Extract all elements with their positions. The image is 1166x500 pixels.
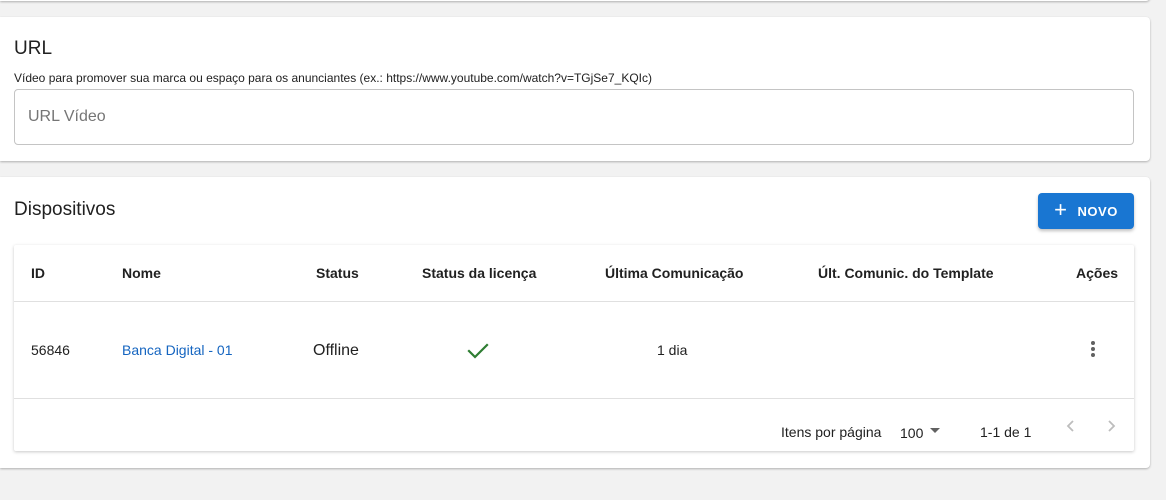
new-device-button-label: NOVO	[1077, 203, 1118, 219]
device-name-link[interactable]: Banca Digital - 01	[122, 302, 233, 399]
devices-card: Dispositivos + NOVO ID Nome Status Statu…	[0, 177, 1150, 468]
table-row: 56846 Banca Digital - 01 Offline 1 dia	[14, 302, 1134, 399]
device-status-cell: Offline	[313, 342, 359, 359]
url-video-field[interactable]	[14, 89, 1134, 145]
column-header-id[interactable]: ID	[31, 245, 45, 302]
column-header-license-status[interactable]: Status da licença	[422, 245, 536, 302]
url-card: URL Vídeo para promover sua marca ou esp…	[0, 17, 1150, 161]
devices-section-title: Dispositivos	[14, 199, 116, 220]
url-video-input[interactable]	[28, 90, 1118, 144]
table-header-row: ID Nome Status Status da licença Última …	[14, 245, 1134, 302]
next-page-icon[interactable]	[1101, 416, 1121, 436]
device-id-cell: 56846	[31, 342, 70, 358]
column-header-last-template-communication[interactable]: Últ. Comunic. do Template	[818, 245, 994, 302]
url-help-text: Vídeo para promover sua marca ou espaço …	[14, 71, 652, 85]
rows-per-page-label: Itens por página	[781, 424, 882, 440]
table-pagination: Itens por página 100 1-1 de 1	[14, 400, 1134, 451]
column-header-name[interactable]: Nome	[122, 245, 161, 302]
check-icon	[467, 342, 489, 365]
dropdown-arrow-icon	[930, 428, 940, 433]
previous-card	[0, 0, 1150, 1]
rows-per-page-select[interactable]: 100	[900, 418, 946, 442]
new-device-button[interactable]: + NOVO	[1038, 193, 1134, 229]
plus-icon: +	[1054, 197, 1068, 222]
previous-page-icon[interactable]	[1061, 416, 1081, 436]
url-section-title: URL	[14, 38, 53, 59]
more-vert-icon[interactable]	[1088, 340, 1098, 360]
column-header-actions: Ações	[1076, 265, 1119, 281]
column-header-last-communication[interactable]: Última Comunicação	[605, 245, 743, 302]
rows-per-page-value: 100	[900, 425, 924, 441]
pagination-range: 1-1 de 1	[980, 424, 1032, 440]
devices-table: ID Nome Status Status da licença Última …	[14, 245, 1134, 451]
device-last-communication-cell: 1 dia	[657, 342, 688, 358]
column-header-status[interactable]: Status	[316, 245, 359, 302]
